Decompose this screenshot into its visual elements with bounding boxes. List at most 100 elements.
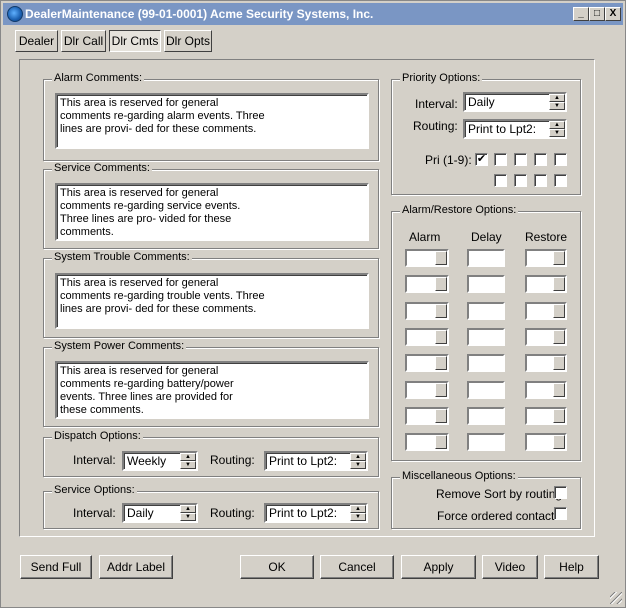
dropdown-button[interactable] bbox=[435, 329, 447, 344]
service-routing-value: Print to Lpt2: bbox=[269, 506, 338, 520]
restore-field[interactable] bbox=[525, 380, 567, 399]
alarm-field[interactable] bbox=[405, 275, 449, 294]
service-interval-spinner[interactable]: Daily ▲ ▼ bbox=[122, 503, 198, 523]
restore-field[interactable] bbox=[525, 301, 567, 320]
down-arrow-icon[interactable]: ▼ bbox=[549, 102, 565, 110]
up-arrow-icon[interactable]: ▲ bbox=[350, 505, 366, 513]
down-arrow-icon[interactable]: ▼ bbox=[350, 461, 366, 469]
alarm-comments-text[interactable]: This area is reserved for general commen… bbox=[55, 93, 369, 149]
service-routing-spinner[interactable]: Print to Lpt2: ▲ ▼ bbox=[264, 503, 368, 523]
addr-label-button[interactable]: Addr Label bbox=[99, 555, 173, 579]
up-arrow-icon[interactable]: ▲ bbox=[549, 121, 565, 129]
dropdown-button[interactable] bbox=[435, 382, 447, 397]
priority-interval-label: Interval: bbox=[415, 97, 458, 111]
down-arrow-icon[interactable]: ▼ bbox=[549, 129, 565, 137]
tab-dealer[interactable]: Dealer bbox=[15, 30, 58, 52]
restore-field[interactable] bbox=[525, 354, 567, 373]
check-icon: ✔ bbox=[476, 153, 487, 165]
cancel-button[interactable]: Cancel bbox=[320, 555, 394, 579]
dropdown-button[interactable] bbox=[553, 435, 565, 450]
dropdown-button[interactable] bbox=[553, 382, 565, 397]
delay-field[interactable] bbox=[467, 301, 505, 320]
apply-button[interactable]: Apply bbox=[401, 555, 476, 579]
title-bar[interactable]: DealerMaintenance (99-01-0001) Acme Secu… bbox=[3, 3, 623, 25]
dropdown-button[interactable] bbox=[435, 408, 447, 423]
pri-8-checkbox[interactable] bbox=[534, 174, 547, 187]
trouble-comments-text[interactable]: This area is reserved for general commen… bbox=[55, 273, 369, 329]
memo-line: comments. bbox=[60, 226, 114, 238]
restore-field[interactable] bbox=[525, 327, 567, 346]
dropdown-button[interactable] bbox=[553, 277, 565, 292]
ok-button[interactable]: OK bbox=[240, 555, 314, 579]
dropdown-button[interactable] bbox=[435, 251, 447, 265]
alarm-field[interactable] bbox=[405, 380, 449, 399]
dropdown-button[interactable] bbox=[553, 251, 565, 265]
restore-field[interactable] bbox=[525, 433, 567, 452]
delay-field[interactable] bbox=[467, 249, 505, 267]
pri-4-checkbox[interactable] bbox=[534, 153, 547, 166]
pri-9-checkbox[interactable] bbox=[554, 174, 567, 187]
video-button[interactable]: Video bbox=[482, 555, 538, 579]
service-interval-label: Interval: bbox=[73, 506, 116, 520]
dispatch-interval-spinner[interactable]: Weekly ▲ ▼ bbox=[122, 451, 198, 471]
up-arrow-icon[interactable]: ▲ bbox=[350, 453, 366, 461]
delay-field[interactable] bbox=[467, 380, 505, 399]
priority-interval-spinner[interactable]: Daily ▲ ▼ bbox=[463, 92, 567, 112]
help-button[interactable]: Help bbox=[544, 555, 599, 579]
delay-field[interactable] bbox=[467, 275, 505, 294]
pri-2-checkbox[interactable] bbox=[494, 153, 507, 166]
pri-7-checkbox[interactable] bbox=[514, 174, 527, 187]
dropdown-button[interactable] bbox=[553, 356, 565, 371]
delay-field[interactable] bbox=[467, 327, 505, 346]
dropdown-button[interactable] bbox=[553, 408, 565, 423]
restore-field[interactable] bbox=[525, 249, 567, 267]
up-arrow-icon[interactable]: ▲ bbox=[180, 505, 196, 513]
close-button[interactable]: X bbox=[605, 7, 621, 21]
alarm-field[interactable] bbox=[405, 301, 449, 320]
power-comments-text[interactable]: This area is reserved for general commen… bbox=[55, 361, 369, 419]
dispatch-routing-label: Routing: bbox=[210, 453, 255, 467]
pri-3-checkbox[interactable] bbox=[514, 153, 527, 166]
alarm-field[interactable] bbox=[405, 327, 449, 346]
service-comments-text[interactable]: This area is reserved for general commen… bbox=[55, 183, 369, 241]
send-full-button[interactable]: Send Full bbox=[20, 555, 92, 579]
dropdown-button[interactable] bbox=[553, 303, 565, 318]
remove-sort-label: Remove Sort by routing bbox=[436, 487, 563, 501]
dropdown-button[interactable] bbox=[435, 435, 447, 450]
delay-column-header: Delay bbox=[471, 230, 502, 244]
up-arrow-icon[interactable]: ▲ bbox=[549, 94, 565, 102]
down-arrow-icon[interactable]: ▼ bbox=[350, 513, 366, 521]
alarm-field[interactable] bbox=[405, 433, 449, 452]
delay-field[interactable] bbox=[467, 354, 505, 373]
memo-line: comments re-garding trouble vents. Three bbox=[60, 290, 265, 302]
alarm-field[interactable] bbox=[405, 406, 449, 425]
down-arrow-icon[interactable]: ▼ bbox=[180, 513, 196, 521]
tab-dlr-opts[interactable]: Dlr Opts bbox=[164, 30, 212, 52]
tab-dlr-call[interactable]: Dlr Call bbox=[61, 30, 106, 52]
dispatch-routing-spinner[interactable]: Print to Lpt2: ▲ ▼ bbox=[264, 451, 368, 471]
restore-field[interactable] bbox=[525, 275, 567, 294]
force-ordered-checkbox[interactable] bbox=[554, 507, 567, 520]
priority-interval-value: Daily bbox=[468, 95, 495, 109]
dropdown-button[interactable] bbox=[435, 356, 447, 371]
remove-sort-checkbox[interactable] bbox=[554, 486, 567, 499]
priority-routing-spinner[interactable]: Print to Lpt2: ▲ ▼ bbox=[463, 119, 567, 139]
minimize-button[interactable]: _ bbox=[573, 7, 589, 21]
pri-6-checkbox[interactable] bbox=[494, 174, 507, 187]
pri-1-checkbox[interactable]: ✔ bbox=[475, 153, 488, 166]
delay-field[interactable] bbox=[467, 406, 505, 425]
delay-field[interactable] bbox=[467, 433, 505, 452]
dropdown-button[interactable] bbox=[435, 303, 447, 318]
size-grip-icon[interactable] bbox=[610, 592, 622, 604]
restore-field[interactable] bbox=[525, 406, 567, 425]
up-arrow-icon[interactable]: ▲ bbox=[180, 453, 196, 461]
dropdown-button[interactable] bbox=[435, 277, 447, 292]
alarm-field[interactable] bbox=[405, 354, 449, 373]
tab-dlr-cmts[interactable]: Dlr Cmts bbox=[109, 30, 161, 52]
dropdown-button[interactable] bbox=[553, 329, 565, 344]
power-comments-label: System Power Comments: bbox=[52, 340, 187, 352]
maximize-button[interactable]: □ bbox=[589, 7, 605, 21]
alarm-field[interactable] bbox=[405, 249, 449, 267]
down-arrow-icon[interactable]: ▼ bbox=[180, 461, 196, 469]
pri-5-checkbox[interactable] bbox=[554, 153, 567, 166]
